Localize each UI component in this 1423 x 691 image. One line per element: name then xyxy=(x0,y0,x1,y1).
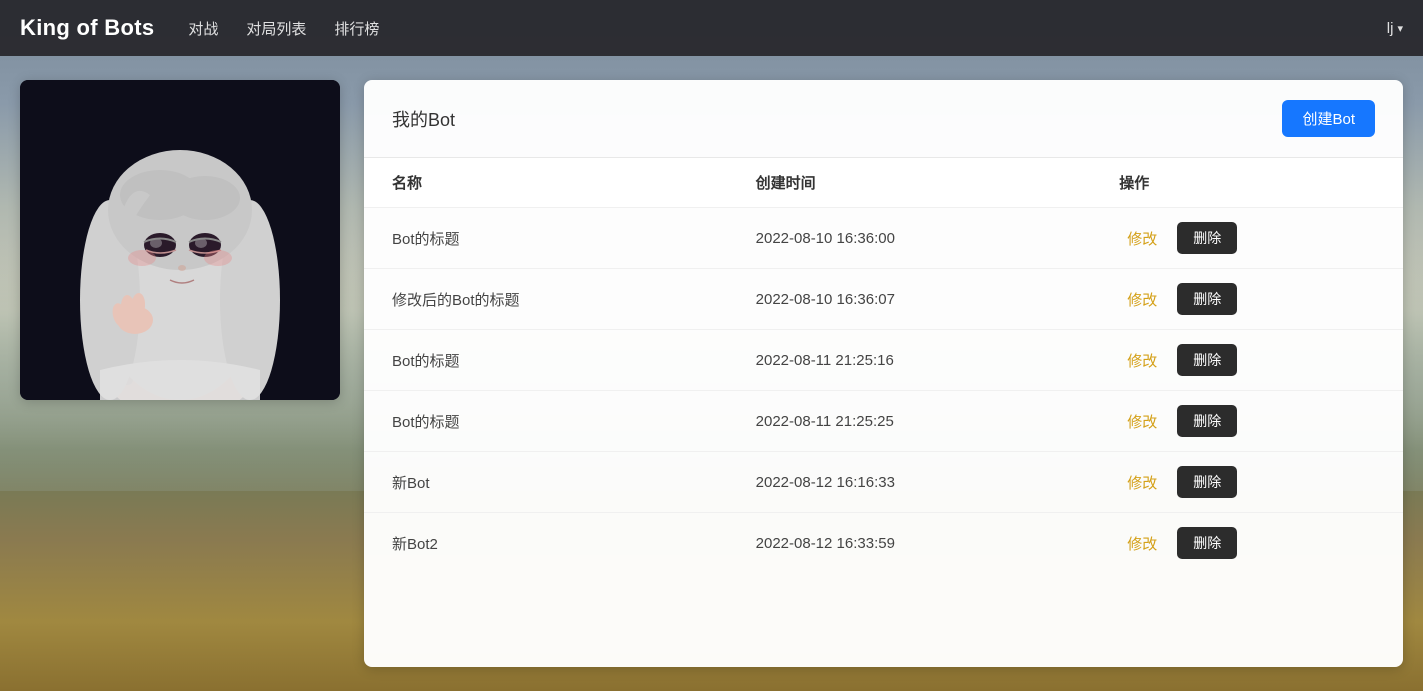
table-row: 新Bot2022-08-12 16:16:33 修改删除 xyxy=(364,452,1403,513)
avatar-card xyxy=(20,80,340,400)
table-row: 新Bot22022-08-12 16:33:59 修改删除 xyxy=(364,513,1403,574)
action-buttons: 修改删除 xyxy=(1119,405,1375,437)
bot-table-body: Bot的标题2022-08-10 16:36:00修改删除修改后的Bot的标题2… xyxy=(364,208,1403,574)
delete-button[interactable]: 删除 xyxy=(1177,283,1237,315)
table-header-row: 名称 创建时间 操作 xyxy=(364,158,1403,208)
col-header-name: 名称 xyxy=(364,158,728,208)
bot-name-cell: Bot的标题 xyxy=(364,208,728,269)
table-row: Bot的标题2022-08-11 21:25:16 修改删除 xyxy=(364,330,1403,391)
bot-name-cell: Bot的标题 xyxy=(364,330,728,391)
delete-button[interactable]: 删除 xyxy=(1177,466,1237,498)
edit-button[interactable]: 修改 xyxy=(1119,407,1165,436)
edit-button[interactable]: 修改 xyxy=(1119,224,1165,253)
col-header-time: 创建时间 xyxy=(728,158,1092,208)
bot-name-cell: 修改后的Bot的标题 xyxy=(364,269,728,330)
bot-action-cell: 修改删除 xyxy=(1091,452,1403,513)
bot-action-cell: 修改删除 xyxy=(1091,330,1403,391)
action-buttons: 修改删除 xyxy=(1119,466,1375,498)
delete-button[interactable]: 删除 xyxy=(1177,405,1237,437)
main-content: 我的Bot 创建Bot 名称 创建时间 操作 Bot的标题2022-08-10 … xyxy=(0,56,1423,691)
delete-button[interactable]: 删除 xyxy=(1177,527,1237,559)
navbar-link-matchlist[interactable]: 对局列表 xyxy=(244,14,308,43)
bot-time-cell: 2022-08-10 16:36:00 xyxy=(728,208,1092,269)
navbar-link-leaderboard[interactable]: 排行榜 xyxy=(332,14,381,43)
action-buttons: 修改删除 xyxy=(1119,283,1375,315)
bot-action-cell: 修改删除 xyxy=(1091,391,1403,452)
edit-button[interactable]: 修改 xyxy=(1119,468,1165,497)
avatar-svg xyxy=(20,80,340,400)
bot-action-cell: 修改删除 xyxy=(1091,208,1403,269)
table-row: Bot的标题2022-08-11 21:25:25 修改删除 xyxy=(364,391,1403,452)
bot-action-cell: 修改删除 xyxy=(1091,269,1403,330)
bot-name-cell: 新Bot2 xyxy=(364,513,728,574)
bot-time-cell: 2022-08-11 21:25:25 xyxy=(728,391,1092,452)
bot-table: 名称 创建时间 操作 Bot的标题2022-08-10 16:36:00修改删除… xyxy=(364,158,1403,573)
edit-button[interactable]: 修改 xyxy=(1119,346,1165,375)
create-bot-button[interactable]: 创建Bot xyxy=(1282,100,1375,137)
bot-panel-title: 我的Bot xyxy=(392,106,455,132)
delete-button[interactable]: 删除 xyxy=(1177,344,1237,376)
bot-time-cell: 2022-08-12 16:33:59 xyxy=(728,513,1092,574)
table-row: 修改后的Bot的标题2022-08-10 16:36:07 修改删除 xyxy=(364,269,1403,330)
navbar: King of Bots 对战 对局列表 排行榜 lj xyxy=(0,0,1423,56)
bot-name-cell: 新Bot xyxy=(364,452,728,513)
navbar-user[interactable]: lj xyxy=(1387,20,1403,37)
col-header-action: 操作 xyxy=(1091,158,1403,208)
bot-action-cell: 修改删除 xyxy=(1091,513,1403,574)
navbar-link-battle[interactable]: 对战 xyxy=(186,14,220,43)
edit-button[interactable]: 修改 xyxy=(1119,529,1165,558)
bot-name-cell: Bot的标题 xyxy=(364,391,728,452)
table-row: Bot的标题2022-08-10 16:36:00 修改删除 xyxy=(364,208,1403,269)
edit-button[interactable]: 修改 xyxy=(1119,285,1165,314)
bot-time-cell: 2022-08-12 16:16:33 xyxy=(728,452,1092,513)
navbar-links: 对战 对局列表 排行榜 xyxy=(186,14,381,43)
bot-panel: 我的Bot 创建Bot 名称 创建时间 操作 Bot的标题2022-08-10 … xyxy=(364,80,1403,667)
bot-panel-header: 我的Bot 创建Bot xyxy=(364,80,1403,158)
bot-table-head: 名称 创建时间 操作 xyxy=(364,158,1403,208)
delete-button[interactable]: 删除 xyxy=(1177,222,1237,254)
app-brand: King of Bots xyxy=(20,15,154,41)
action-buttons: 修改删除 xyxy=(1119,527,1375,559)
action-buttons: 修改删除 xyxy=(1119,222,1375,254)
bot-time-cell: 2022-08-11 21:25:16 xyxy=(728,330,1092,391)
avatar-image xyxy=(20,80,340,400)
action-buttons: 修改删除 xyxy=(1119,344,1375,376)
bot-time-cell: 2022-08-10 16:36:07 xyxy=(728,269,1092,330)
